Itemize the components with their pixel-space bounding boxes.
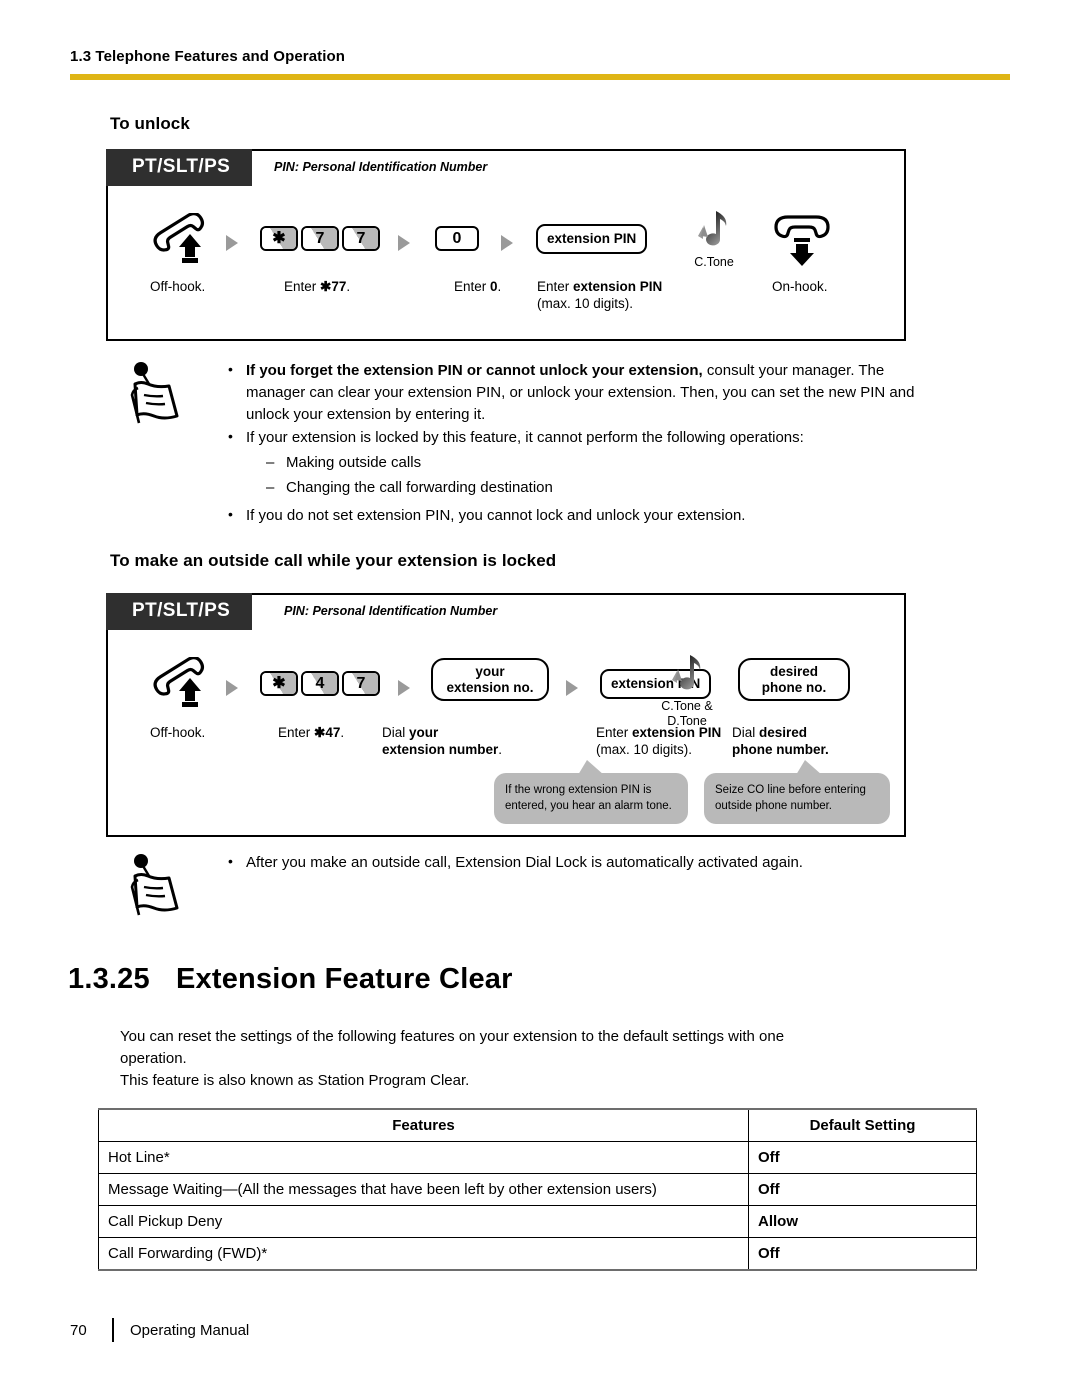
step-caption-onhook: On-hook.: [772, 279, 828, 294]
note-item: If your extension is locked by this feat…: [220, 426, 916, 449]
arrow-2: [398, 234, 410, 252]
intro-paragraph: You can reset the settings of the follow…: [120, 1028, 785, 1090]
page-footer: 70 Operating Manual: [70, 1318, 249, 1342]
step-caption-dial-desired: Dial desired phone number.: [732, 725, 829, 757]
note-block-unlock: If you forget the extension PIN or canno…: [126, 359, 916, 528]
key-7: 7: [342, 671, 380, 696]
pin-legend: PIN: Personal Identification Number: [274, 160, 488, 174]
step-caption-offhook: Off-hook.: [150, 725, 206, 740]
confirmation-tone-icon: [696, 209, 730, 258]
section-heading-text: Extension Feature Clear: [176, 963, 513, 995]
subheading-to-unlock: To unlock: [110, 114, 190, 133]
table-row: Call Forwarding (FWD)* Off: [98, 1237, 977, 1271]
phone-type-tag: PT/SLT/PS: [106, 593, 253, 630]
operation-diagram-outside-call: PT/SLT/PS PIN: Personal Identification N…: [106, 593, 906, 837]
step-caption-enter-zero: Enter 0.: [454, 279, 502, 294]
chapter-title: 1.3 Telephone Features and Operation: [70, 48, 346, 65]
note-item: If you do not set extension PIN, you can…: [220, 504, 916, 527]
arrow-icon: [226, 679, 238, 696]
table-row: Call Pickup Deny Allow: [98, 1205, 977, 1238]
table-row: Message Waiting—(All the messages that h…: [98, 1173, 977, 1206]
table-header-row: Features Default Setting: [98, 1108, 977, 1142]
onhook-handset-icon: [768, 213, 836, 272]
arrow-icon: [566, 679, 578, 696]
column-header-default-setting: Default Setting: [748, 1108, 977, 1142]
step-caption-enter-pin: Enter extension PIN (max. 10 digits).: [537, 279, 663, 311]
footer-divider: [112, 1318, 114, 1342]
key-star: ✱: [260, 671, 298, 696]
column-header-features: Features: [98, 1108, 749, 1142]
pill-extension-pin: extension PIN: [536, 224, 648, 254]
arrow-1: [226, 679, 238, 697]
arrow-1: [226, 234, 238, 252]
key-7b: 7: [342, 226, 380, 251]
phone-type-tag: PT/SLT/PS: [106, 149, 253, 186]
note-subitem: Making outside calls: [220, 452, 916, 474]
pill-label: desired phone no.: [738, 658, 850, 702]
cell-feature: Call Pickup Deny: [98, 1205, 749, 1238]
cell-feature: Message Waiting—(All the messages that h…: [98, 1173, 749, 1206]
arrow-icon: [501, 234, 513, 251]
memo-note-icon: [126, 852, 188, 923]
subheading-outside-call: To make an outside call while your exten…: [110, 551, 557, 570]
step-caption-dial-your-extension: Dial your extension number.: [382, 725, 503, 757]
arrow-2: [398, 679, 410, 697]
note-item: If you forget the extension PIN or canno…: [220, 359, 916, 426]
table-row: Hot Line* Off: [98, 1141, 977, 1174]
keypad-group-zero: 0: [435, 226, 482, 251]
offhook-handset-icon: [146, 212, 218, 274]
arrow-icon: [398, 234, 410, 251]
key-0: 0: [435, 226, 479, 251]
cell-default: Off: [748, 1141, 977, 1174]
note-item: After you make an outside call, Extensio…: [220, 851, 916, 874]
note-subitem: Changing the call forwarding destination: [220, 477, 916, 499]
section-number: 1.3.25: [68, 963, 150, 995]
callout-tail: [578, 760, 604, 775]
operation-diagram-unlock: PT/SLT/PS PIN: Personal Identification N…: [106, 149, 906, 341]
pin-legend: PIN: Personal Identification Number: [284, 604, 498, 618]
step-caption-enter-star47: Enter ✱47.: [278, 725, 345, 740]
pill-label: extension PIN: [536, 224, 648, 254]
step-caption-offhook: Off-hook.: [150, 279, 206, 294]
page-header: 1.3 Telephone Features and Operation: [70, 48, 1010, 80]
key-star: ✱: [260, 226, 298, 251]
pill-label: your extension no.: [431, 658, 549, 702]
confirmation-tone-icon: [670, 653, 704, 702]
offhook-handset-icon: [146, 656, 218, 718]
arrow-icon: [398, 679, 410, 696]
cell-feature: Call Forwarding (FWD)*: [98, 1237, 749, 1271]
tone-label-ctone-dtone: C.Tone & D.Tone: [661, 699, 713, 728]
header-rule: [70, 74, 1010, 80]
page-number: 70: [70, 1321, 87, 1339]
cell-default: Allow: [748, 1205, 977, 1238]
default-settings-table: Features Default Setting Hot Line* Off M…: [98, 1108, 977, 1271]
tone-label-ctone: C.Tone: [694, 255, 734, 269]
cell-default: Off: [748, 1237, 977, 1271]
pill-desired-phone-no: desired phone no.: [738, 658, 850, 702]
footer-label: Operating Manual: [130, 1321, 250, 1339]
step-caption-enter-pin: Enter extension PIN (max. 10 digits).: [596, 725, 722, 757]
keypad-group-star77: ✱ 7 7: [260, 226, 383, 251]
step-caption-enter-star77: Enter ✱77.: [284, 279, 351, 294]
cell-default: Off: [748, 1173, 977, 1206]
arrow-3: [501, 234, 513, 252]
arrow-icon: [226, 234, 238, 251]
callout-tail: [796, 760, 822, 775]
note-block-outside-call: After you make an outside call, Extensio…: [126, 851, 916, 916]
cell-feature: Hot Line*: [98, 1141, 749, 1174]
key-4: 4: [301, 671, 339, 696]
pill-your-extension-no: your extension no.: [431, 658, 549, 702]
section-title: 1.3.25 Extension Feature Clear: [68, 963, 513, 996]
memo-note-icon: [126, 360, 188, 431]
keypad-group-star47: ✱ 4 7: [260, 671, 383, 696]
key-7a: 7: [301, 226, 339, 251]
arrow-3: [566, 679, 578, 697]
callout-wrong-pin: If the wrong extension PIN is entered, y…: [494, 760, 688, 825]
callout-seize-co-line: Seize CO line before entering outside ph…: [704, 760, 890, 825]
